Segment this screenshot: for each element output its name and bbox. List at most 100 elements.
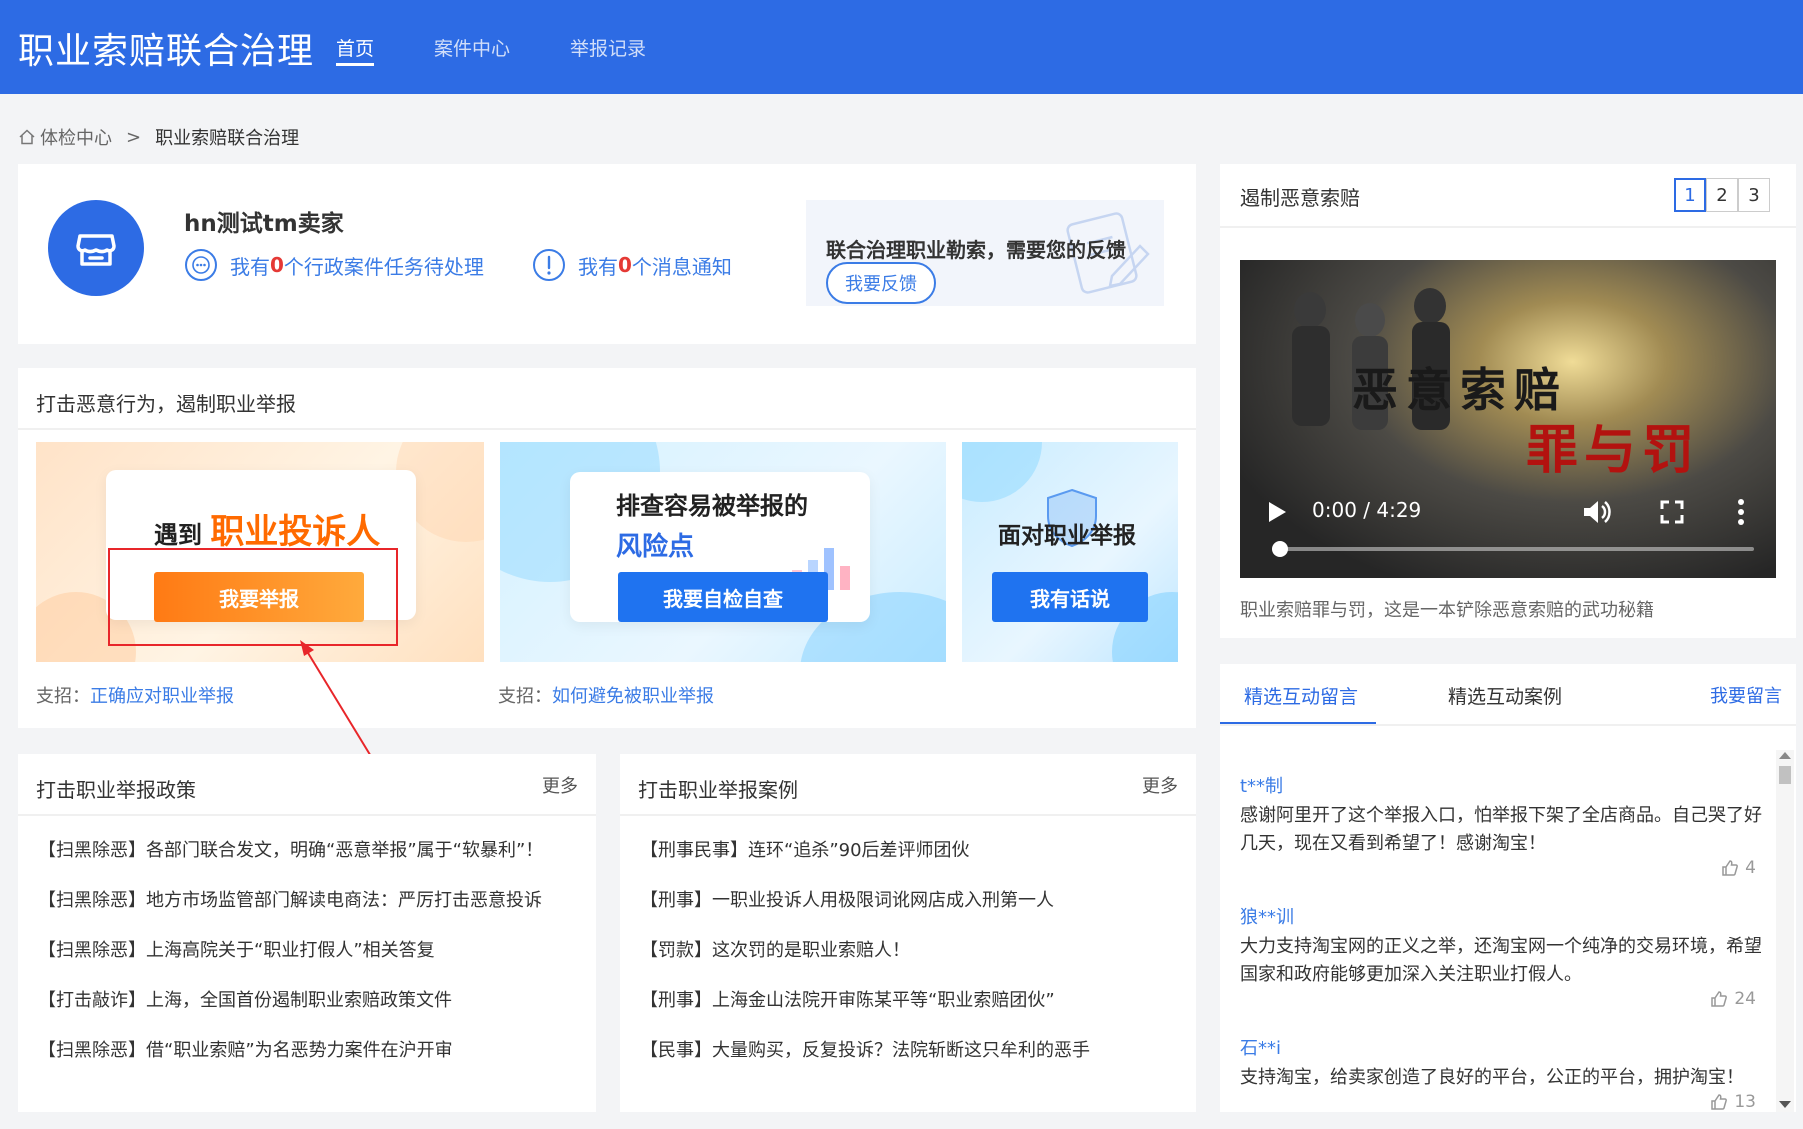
section-divider	[18, 428, 1196, 430]
banner-3-title: 面对职业举报	[998, 523, 1136, 549]
play-icon[interactable]	[1266, 500, 1288, 524]
tip-1-label: 支招：	[36, 686, 90, 707]
section-divider	[18, 814, 596, 816]
policy-more-link[interactable]: 更多	[542, 772, 578, 798]
breadcrumb: 体检中心 > 职业索赔联合治理	[18, 124, 299, 150]
like-count: 24	[1734, 989, 1756, 1009]
comment-item: 狼**训 大力支持淘宝网的正义之举，还淘宝网一个纯净的交易环境，希望国家和政府能…	[1240, 903, 1766, 1034]
video-panel: 遏制恶意索赔 1 2 3 恶意索赔 罪与罚 0:00 / 4:29 职业索赔罪与…	[1220, 164, 1796, 638]
post-comment-button[interactable]: 我要留言	[1710, 682, 1782, 708]
comment-user: 狼**训	[1240, 907, 1294, 928]
list-item[interactable]: 【打击敲诈】上海，全国首份遏制职业索赔政策文件	[38, 990, 543, 1040]
nav-report-records[interactable]: 举报记录	[570, 0, 646, 94]
user-info-card: hn测试tm卖家 我有 0 个行政案件任务待处理 我有 0 个消息通知 联合治理职业勒索…	[18, 164, 1196, 344]
policy-list-title: 打击职业举报政策	[36, 778, 196, 802]
scroll-up-arrow-icon[interactable]	[1779, 752, 1791, 759]
list-item[interactable]: 【罚款】这次罚的是职业索赔人！	[640, 940, 1090, 990]
list-item[interactable]: 【民事】大量购买，反复投诉？法院斩断这只牟利的恶手	[640, 1040, 1090, 1090]
tip-1-link[interactable]: 正确应对职业举报	[90, 686, 234, 707]
comment-item: t**制 感谢阿里开了这个举报入口，怕举报下架了全店商品。自己哭了好几天，现在又…	[1240, 772, 1766, 903]
banner-speak-up: 面对职业举报 我有话说	[962, 442, 1178, 662]
tab-featured-comments[interactable]: 精选互动留言	[1244, 682, 1358, 709]
list-item[interactable]: 【扫黑除恶】各部门联合发文，明确“恶意举报”属于“软暴利”！	[38, 840, 543, 890]
page-button-3[interactable]: 3	[1738, 178, 1770, 212]
tip-2: 支招：如何避免被职业举报	[498, 682, 714, 708]
comments-scrollbar[interactable]	[1776, 750, 1794, 1112]
comment-user: t**制	[1240, 776, 1284, 797]
banner-2-title-line2: 风险点	[616, 532, 695, 562]
video-player[interactable]: 恶意索赔 罪与罚 0:00 / 4:29	[1240, 260, 1776, 578]
home-icon	[19, 129, 35, 145]
feedback-button[interactable]: 我要反馈	[826, 262, 936, 304]
volume-icon[interactable]	[1582, 498, 1612, 526]
video-panel-title: 遏制恶意索赔	[1240, 186, 1360, 210]
thumbs-up-icon	[1722, 860, 1739, 876]
video-progress-knob[interactable]	[1272, 541, 1288, 557]
list-item[interactable]: 【刑事民事】连环“追杀”90后差评师团伙	[640, 840, 1090, 890]
more-options-icon[interactable]	[1736, 498, 1746, 526]
list-item[interactable]: 【扫黑除恶】借“职业索赔”为名恶势力案件在沪开审	[38, 1040, 543, 1090]
comment-list: t**制 感谢阿里开了这个举报入口，怕举报下架了全店商品。自己哭了好几天，现在又…	[1240, 772, 1766, 1129]
banner-2-title-line1: 排查容易被举报的	[616, 492, 808, 520]
feedback-box: 联合治理职业勒索，需要您的反馈 我要反馈	[806, 200, 1164, 306]
case-list-title: 打击职业举报案例	[638, 778, 798, 802]
task-notice-suffix: 个行政案件任务待处理	[283, 254, 484, 279]
tip-2-label: 支招：	[498, 686, 552, 707]
like-button[interactable]: 13	[1710, 1092, 1756, 1112]
video-pager: 1 2 3	[1674, 178, 1770, 212]
list-item[interactable]: 【扫黑除恶】上海高院关于“职业打假人”相关答复	[38, 940, 543, 990]
section-divider	[620, 814, 1196, 816]
comment-item: 石**i 支持淘宝，给卖家创造了良好的平台，公正的平台，拥护淘宝！ 13	[1240, 1034, 1766, 1129]
list-item[interactable]: 【刑事】一职业投诉人用极限词讹网店成入刑第一人	[640, 890, 1090, 940]
banner-1-title-highlight: 职业投诉人	[210, 512, 381, 552]
banner-self-check: 排查容易被举报的 风险点 我要自检自查	[500, 442, 946, 662]
breadcrumb-current: 职业索赔联合治理	[155, 128, 300, 149]
self-check-button[interactable]: 我要自检自查	[618, 572, 828, 622]
list-item[interactable]: 【扫黑除恶】地方市场监管部门解读电商法：严厉打击恶意投诉	[38, 890, 543, 940]
scrollbar-thumb[interactable]	[1779, 766, 1791, 784]
video-progress-bar[interactable]	[1272, 547, 1754, 551]
scroll-down-arrow-icon[interactable]	[1779, 1101, 1791, 1108]
nav-case-center[interactable]: 案件中心	[434, 0, 510, 94]
like-button[interactable]: 4	[1721, 858, 1756, 878]
shop-avatar	[48, 200, 144, 296]
message-count: 0	[618, 253, 632, 277]
case-list: 【刑事民事】连环“追杀”90后差评师团伙 【刑事】一职业投诉人用极限词讹网店成入…	[640, 840, 1090, 1090]
nav-home[interactable]: 首页	[336, 0, 375, 94]
annotation-highlight-box	[108, 548, 398, 646]
fullscreen-icon[interactable]	[1660, 500, 1684, 524]
comment-text: 感谢阿里开了这个举报入口，怕举报下架了全店商品。自己哭了好几天，现在又看到希望了…	[1240, 805, 1762, 854]
alert-icon	[533, 249, 565, 281]
case-list-panel: 打击职业举报案例 更多 【刑事民事】连环“追杀”90后差评师团伙 【刑事】一职业…	[620, 754, 1196, 1112]
breadcrumb-separator: >	[126, 126, 142, 148]
comment-user: 石**i	[1240, 1038, 1282, 1059]
task-notice-prefix: 我有	[230, 254, 270, 279]
app-title: 职业索赔联合治理	[18, 31, 315, 72]
message-notice-link[interactable]: 我有 0 个消息通知	[532, 248, 732, 282]
main-nav: 首页 案件中心 举报记录	[336, 0, 706, 94]
tab-featured-cases[interactable]: 精选互动案例	[1448, 682, 1562, 709]
policy-list-panel: 打击职业举报政策 更多 【扫黑除恶】各部门联合发文，明确“恶意举报”属于“软暴利…	[18, 754, 596, 1112]
like-count: 13	[1734, 1092, 1756, 1112]
message-notice-prefix: 我有	[578, 254, 618, 279]
message-notice-suffix: 个消息通知	[631, 254, 732, 279]
section-title: 打击恶意行为，遏制职业举报	[36, 392, 296, 416]
speak-up-button[interactable]: 我有话说	[992, 572, 1148, 622]
feedback-prompt: 联合治理职业勒索，需要您的反馈	[826, 238, 1126, 262]
banner-1-title: 遇到 职业投诉人	[154, 504, 380, 553]
video-controls: 0:00 / 4:29	[1240, 480, 1776, 540]
comment-text: 大力支持淘宝网的正义之举，还淘宝网一个纯净的交易环境，希望国家和政府能够更加深入…	[1240, 936, 1762, 985]
case-more-link[interactable]: 更多	[1142, 772, 1178, 798]
page-button-1[interactable]: 1	[1674, 178, 1706, 212]
tip-2-link[interactable]: 如何避免被职业举报	[552, 686, 714, 707]
comment-text: 支持淘宝，给卖家创造了良好的平台，公正的平台，拥护淘宝！	[1240, 1067, 1744, 1088]
like-button[interactable]: 24	[1710, 989, 1756, 1009]
banner-decoration	[962, 442, 1042, 502]
breadcrumb-home-link[interactable]: 体检中心	[40, 124, 112, 150]
user-name: hn测试tm卖家	[184, 211, 344, 237]
list-item[interactable]: 【刑事】上海金山法院开审陈某平等“职业索赔团伙”	[640, 990, 1090, 1040]
video-time: 0:00 / 4:29	[1312, 498, 1422, 522]
thumbs-up-icon	[1711, 991, 1728, 1007]
page-button-2[interactable]: 2	[1706, 178, 1738, 212]
task-notice-link[interactable]: 我有 0 个行政案件任务待处理	[184, 248, 484, 282]
